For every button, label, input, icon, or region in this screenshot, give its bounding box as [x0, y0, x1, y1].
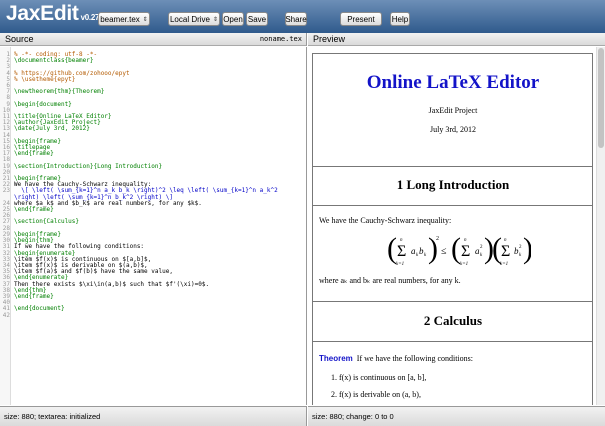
open-button[interactable]: Open [222, 12, 244, 26]
svg-text:k=1: k=1 [500, 262, 508, 267]
storage-select[interactable]: Local Drive ⇕ [168, 12, 220, 26]
line-number: 42 [2, 311, 10, 319]
theorem-frame: Theorem If we have the following conditi… [313, 342, 593, 405]
preview-status-bar: size: 880; change: 0 to 0 [308, 406, 605, 426]
theorem-item-1: 1. f(x) is continuous on [a, b], [331, 373, 427, 382]
section2-heading: 2 Calculus [423, 313, 483, 328]
section2-frame: 2 Calculus [313, 302, 593, 342]
select-arrow-icon: ⇕ [212, 16, 219, 23]
present-button[interactable]: Present [340, 12, 382, 26]
svg-text:≤: ≤ [441, 246, 447, 257]
svg-text:k: k [519, 253, 522, 258]
theorem-item-2: 2. f(x) is derivable on (a, b), [331, 390, 421, 399]
section1-heading: 1 Long Introduction [396, 177, 510, 192]
line-code: \newtheorem{thm}{Theorem} [14, 88, 105, 96]
cauchy-schwarz-formula: ( Σ n k=1 a k b k ) 2 ≤ ( Σ n k=1 a 2 k … [387, 232, 531, 267]
help-button[interactable]: Help [390, 12, 410, 26]
line-code: \end{frame} [14, 150, 54, 158]
preview-scrollbar[interactable] [596, 47, 605, 405]
file-select[interactable]: beamer.tex ⇕ [98, 12, 150, 26]
line-number: 23 [2, 187, 10, 195]
section1-frame: 1 Long Introduction [313, 167, 593, 206]
source-title: Source [5, 34, 34, 44]
theorem-text: If we have the following conditions: [356, 354, 473, 363]
save-button[interactable]: Save [246, 12, 268, 26]
svg-text:2: 2 [519, 245, 522, 250]
source-status-bar: size: 880; textarea: initialized [0, 406, 307, 426]
line-code: \end{frame} [14, 206, 54, 214]
line-code: \section{Calculus} [14, 218, 80, 226]
app-logo: JaxEdit v0.27b [6, 2, 104, 25]
theorem-label: Theorem [319, 354, 353, 363]
cs-intro-text: We have the Cauchy-Schwarz inequality: [319, 216, 452, 225]
doc-author: JaxEdit Project [428, 106, 478, 115]
preview-panel-header: Preview [308, 33, 605, 46]
doc-title: Online LaTeX Editor [366, 72, 540, 93]
share-button[interactable]: Share [285, 12, 307, 26]
svg-text:k=1: k=1 [460, 262, 468, 267]
filename-label: noname.tex [259, 35, 302, 43]
line-code: \begin{document} [14, 100, 72, 108]
preview-pane: Online LaTeX Editor JaxEdit Project July… [308, 47, 605, 405]
source-panel-header: Source noname.tex [0, 33, 307, 46]
line-code: \section{Introduction}{Long Introduction… [14, 162, 163, 170]
select-arrow-icon: ⇕ [142, 16, 148, 23]
scrollbar-thumb[interactable] [598, 48, 604, 148]
preview-title: Preview [313, 34, 346, 44]
svg-text:2: 2 [436, 236, 439, 242]
line-code: \end{frame} [14, 292, 54, 300]
line-code: \date{July 3rd, 2012} [14, 125, 90, 133]
cauchy-frame: We have the Cauchy-Schwarz inequality: (… [313, 206, 593, 302]
app-window: JaxEdit v0.27b beamer.tex ⇕ Local Drive ⇕ O… [0, 0, 605, 426]
svg-text:Σ: Σ [461, 243, 470, 260]
code-lines: 1% -*- coding: utf-8 -*- 2 \documentclass{… [0, 51, 306, 319]
line-code: % \usetheme{epyt} [14, 75, 76, 83]
svg-text:): ) [523, 232, 531, 265]
toolbar: JaxEdit v0.27b beamer.tex ⇕ Local Drive ⇕ O… [0, 0, 605, 33]
svg-text:(: ( [387, 232, 397, 265]
line-code: \documentclass{beamer} [14, 57, 94, 65]
svg-text:(: ( [451, 232, 461, 265]
source-editor[interactable]: 1% -*- coding: utf-8 -*- 2 \documentclass{… [0, 47, 307, 405]
svg-text:Σ: Σ [397, 243, 406, 260]
cs-where-text: where aₖ and bₖ are real numbers, for an… [319, 276, 461, 285]
preview-document: Online LaTeX Editor JaxEdit Project July… [312, 53, 593, 405]
svg-text:2: 2 [480, 245, 483, 250]
code-line: 42 [0, 311, 306, 319]
svg-text:k: k [480, 253, 483, 258]
svg-text:k=1: k=1 [396, 262, 404, 267]
title-frame: Online LaTeX Editor JaxEdit Project July… [313, 54, 593, 167]
doc-date: July 3rd, 2012 [430, 125, 476, 134]
svg-text:k: k [424, 253, 427, 258]
svg-text:Σ: Σ [501, 243, 510, 260]
line-code: \end{document} [14, 305, 65, 313]
